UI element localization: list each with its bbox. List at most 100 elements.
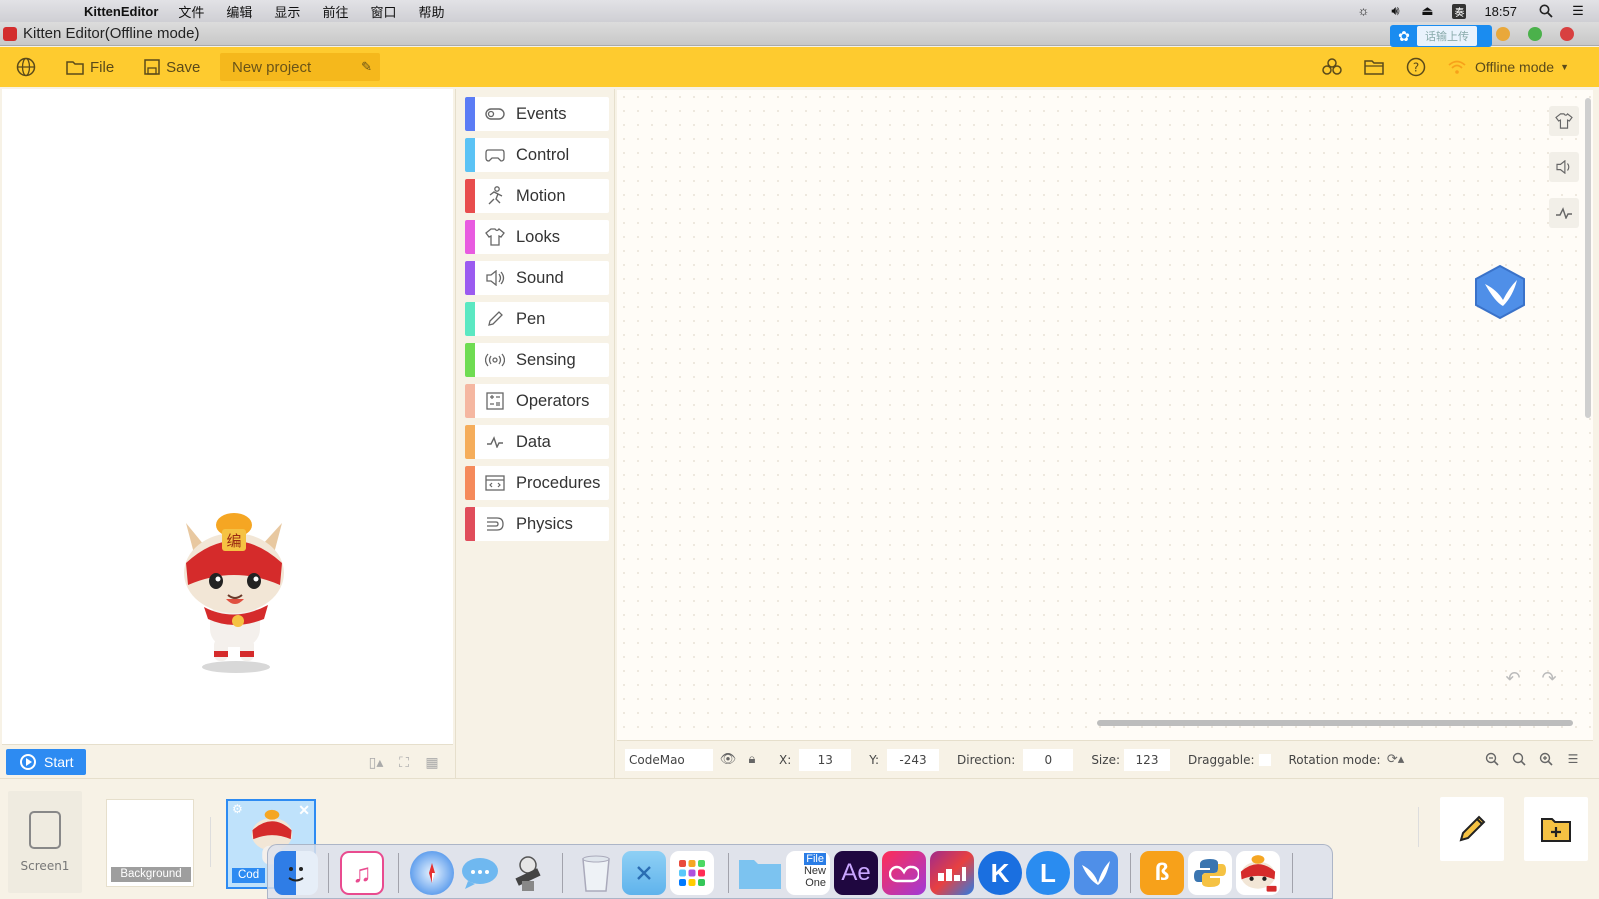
screen-card[interactable]: Screen1	[8, 791, 82, 893]
direction-label: Direction:	[957, 752, 1016, 767]
after-effects-icon[interactable]: Ae	[834, 851, 878, 895]
launchpad-icon[interactable]	[670, 851, 714, 895]
trash-icon[interactable]	[574, 851, 618, 895]
menu-view[interactable]: 显示	[274, 2, 300, 21]
add-sprite-button[interactable]	[1524, 797, 1588, 861]
vertical-scrollbar[interactable]	[1585, 98, 1591, 418]
notification-center-icon[interactable]: ☰	[1571, 4, 1585, 18]
itunes-icon[interactable]: ♫	[340, 851, 384, 895]
finder-icon[interactable]	[274, 851, 318, 895]
sound-icon[interactable]	[1549, 152, 1579, 182]
background-card[interactable]: Background	[106, 799, 194, 887]
category-motion[interactable]: Motion	[465, 179, 609, 213]
menu-edit[interactable]: 编辑	[226, 2, 252, 21]
category-physics[interactable]: Physics	[465, 507, 609, 541]
eject-icon[interactable]: ⏏	[1420, 4, 1434, 18]
file-menu-button[interactable]: File	[66, 47, 114, 87]
zoom-reset-icon[interactable]	[1509, 749, 1529, 769]
variable-icon[interactable]	[1549, 198, 1579, 228]
l-app-icon[interactable]: L	[1026, 851, 1070, 895]
rename-pencil-icon[interactable]: ✎	[361, 59, 372, 75]
stage-canvas[interactable]: 编	[2, 89, 453, 744]
category-data[interactable]: Data	[465, 425, 609, 459]
y-input[interactable]: -243	[887, 748, 940, 771]
b-app-icon[interactable]: ß	[1140, 851, 1184, 895]
costume-icon[interactable]	[1549, 106, 1579, 136]
ae-label: Ae	[841, 859, 871, 886]
brightness-icon[interactable]: ☼	[1356, 4, 1370, 18]
horizontal-scrollbar[interactable]	[1097, 720, 1573, 726]
close-button[interactable]	[1560, 27, 1574, 41]
community-icon[interactable]	[1321, 56, 1343, 78]
grid-icon[interactable]: ▦	[421, 751, 443, 773]
volume-icon[interactable]: 🔊︎	[1388, 4, 1402, 18]
category-pen[interactable]: Pen	[465, 302, 609, 336]
cloud-upload-widget[interactable]: ✿ 话输上传	[1390, 25, 1492, 47]
app-menu[interactable]: KittenEditor	[84, 4, 158, 19]
project-name-field[interactable]: New project ✎	[220, 53, 380, 81]
menu-help[interactable]: 帮助	[418, 2, 444, 21]
draggable-checkbox[interactable]	[1258, 753, 1271, 766]
downloads-stack-icon[interactable]: File New One	[786, 851, 830, 895]
wifi-icon	[1448, 60, 1466, 74]
utilities-folder-icon[interactable]	[622, 851, 666, 895]
category-color-bar	[465, 179, 475, 213]
block-category-panel: Events Control Motion Looks Sound Pen Se…	[455, 89, 615, 778]
sprite-name-field[interactable]: CodeMao	[625, 748, 713, 771]
python-icon[interactable]	[1188, 851, 1232, 895]
language-button[interactable]	[16, 47, 42, 87]
undo-icon[interactable]: ↶	[1499, 664, 1527, 692]
paint-sprite-button[interactable]	[1440, 797, 1504, 861]
pen-icon	[485, 309, 505, 329]
menu-icon[interactable]: ☰	[1563, 749, 1583, 769]
k-app-icon[interactable]: K	[978, 851, 1022, 895]
save-button[interactable]: Save	[144, 47, 200, 87]
device-orientation-icon[interactable]: ▯▴	[365, 751, 387, 773]
category-looks[interactable]: Looks	[465, 220, 609, 254]
size-input[interactable]: 123	[1124, 748, 1170, 771]
category-label: Operators	[516, 391, 590, 410]
kitten-app-icon[interactable]	[1236, 851, 1280, 895]
project-name-text: New project	[232, 58, 312, 76]
automator-icon[interactable]	[506, 851, 550, 895]
creative-cloud-icon[interactable]	[882, 851, 926, 895]
category-sensing[interactable]: Sensing	[465, 343, 609, 377]
category-events[interactable]: Events	[465, 97, 609, 131]
start-button[interactable]: Start	[6, 749, 86, 775]
minimize-button[interactable]	[1496, 27, 1510, 41]
activity-monitor-icon[interactable]	[930, 851, 974, 895]
messages-icon[interactable]	[458, 851, 502, 895]
menu-window[interactable]: 窗口	[370, 2, 396, 21]
codemao-cat-sprite[interactable]: 编	[178, 501, 290, 673]
category-control[interactable]: Control	[465, 138, 609, 172]
category-sound[interactable]: Sound	[465, 261, 609, 295]
input-method-icon[interactable]: 奏	[1452, 3, 1467, 19]
direction-input[interactable]: 0	[1023, 748, 1074, 771]
wood-bird-icon[interactable]	[1473, 264, 1527, 320]
calculator-icon	[485, 391, 505, 411]
help-icon[interactable]: ?	[1405, 56, 1427, 78]
zoom-in-icon[interactable]	[1536, 749, 1556, 769]
maximize-button[interactable]	[1528, 27, 1542, 41]
spotlight-search-icon[interactable]	[1539, 4, 1553, 18]
eye-icon[interactable]: 👁︎	[719, 751, 737, 769]
project-folder-icon[interactable]	[1363, 56, 1385, 78]
mode-dropdown[interactable]: Offline mode ▼	[1447, 59, 1569, 75]
category-operators[interactable]: Operators	[465, 384, 609, 418]
lock-icon[interactable]: 🔒︎	[743, 751, 761, 769]
zoom-out-icon[interactable]	[1482, 749, 1502, 769]
redo-icon[interactable]: ↷	[1535, 664, 1563, 692]
fullscreen-icon[interactable]: ⛶	[393, 751, 415, 773]
wood-bird-app-icon[interactable]	[1074, 851, 1118, 895]
code-workspace[interactable]: ↶ ↷	[617, 90, 1593, 740]
file-label: File	[90, 58, 115, 76]
category-procedures[interactable]: Procedures	[465, 466, 609, 500]
clock[interactable]: 18:57	[1484, 4, 1517, 19]
menu-go[interactable]: 前往	[322, 2, 348, 21]
x-input[interactable]: 13	[799, 748, 852, 771]
documents-folder-icon[interactable]	[738, 851, 782, 895]
rotation-mode-icon[interactable]: ⟳▴	[1387, 751, 1405, 769]
safari-icon[interactable]	[410, 851, 454, 895]
window-title-bar: Kitten Editor(Offline mode) ✿ 话输上传	[0, 22, 1599, 47]
menu-file[interactable]: 文件	[178, 2, 204, 21]
